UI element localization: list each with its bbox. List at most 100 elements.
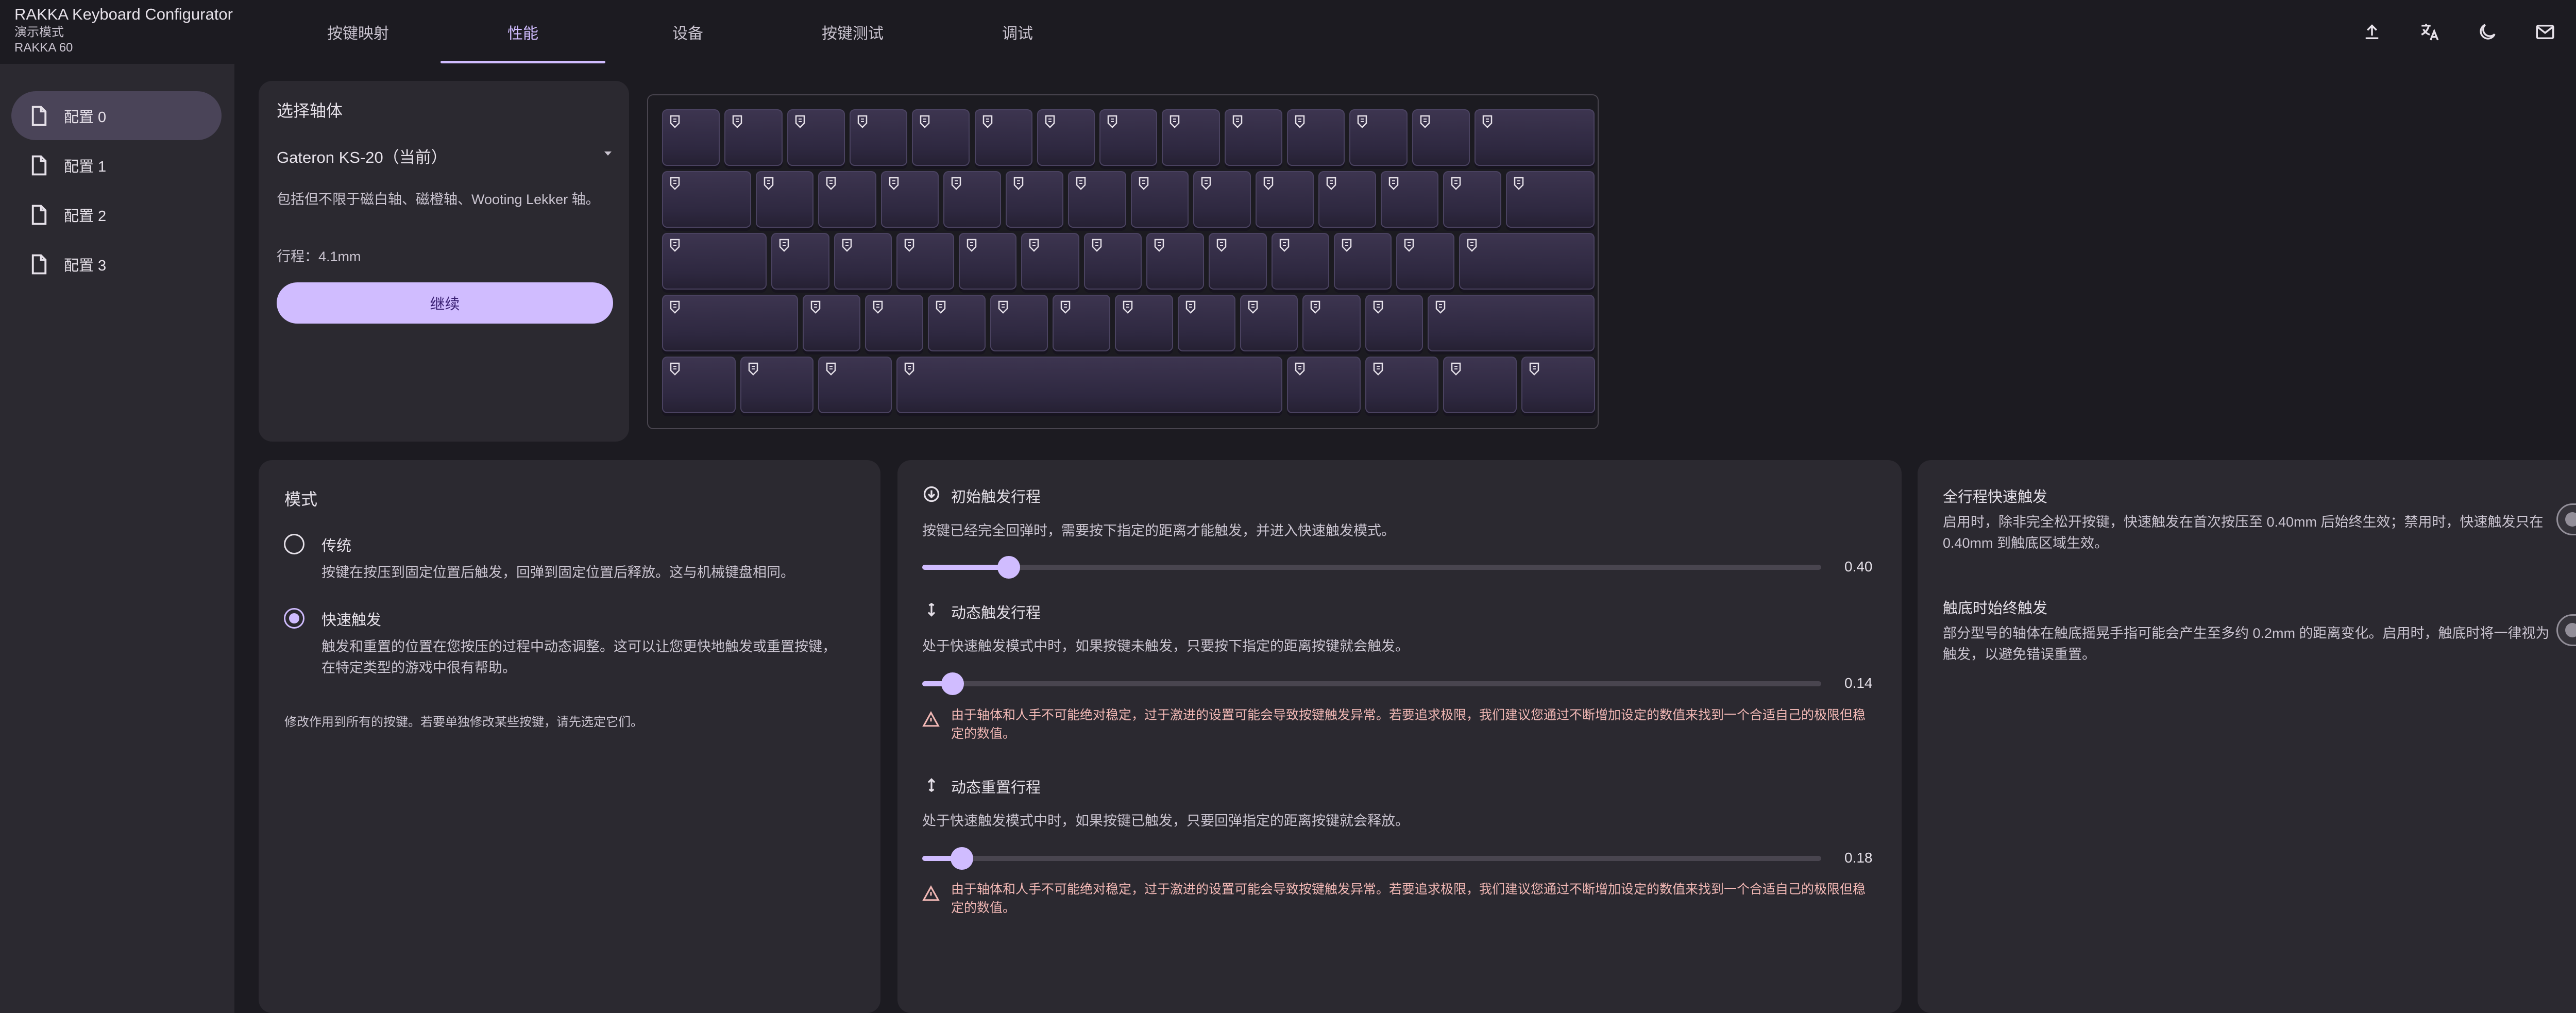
- key-r2-c11[interactable]: [1396, 233, 1454, 290]
- key-r1-c11[interactable]: [1380, 171, 1439, 228]
- key-r3-c7[interactable]: [1177, 295, 1236, 351]
- key-legend-icon: [794, 114, 806, 129]
- profile-item-3[interactable]: 配置 3: [11, 240, 222, 289]
- tab-performance[interactable]: 性能: [440, 0, 605, 64]
- translate-button[interactable]: [2409, 11, 2450, 53]
- tab-debug[interactable]: 调试: [935, 0, 1100, 64]
- switch-dropdown[interactable]: Gateron KS-20（当前）: [277, 144, 612, 167]
- key-r3-c5[interactable]: [1053, 295, 1111, 351]
- key-r1-c5[interactable]: [1006, 171, 1064, 228]
- key-r3-c0[interactable]: [662, 295, 798, 351]
- key-r1-c1[interactable]: [755, 171, 814, 228]
- key-r1-c6[interactable]: [1068, 171, 1126, 228]
- key-r3-c9[interactable]: [1302, 295, 1361, 351]
- key-r4-c3[interactable]: [896, 357, 1282, 413]
- radio-traditional[interactable]: [284, 534, 304, 554]
- slider-thumb[interactable]: [997, 556, 1020, 579]
- slider-thumb[interactable]: [951, 847, 973, 870]
- key-legend-icon: [888, 176, 900, 191]
- key-r2-c5[interactable]: [1021, 233, 1079, 290]
- key-r3-c1[interactable]: [802, 295, 861, 351]
- key-r1-c4[interactable]: [943, 171, 1002, 228]
- dynamic-reset-value: 0.18: [1844, 850, 1873, 866]
- dynamic-reset-warning: 由于轴体和人手不可能绝对稳定，过于激进的设置可能会导致按键触发异常。若要追求极限…: [951, 882, 1866, 915]
- key-legend-icon: [732, 114, 743, 129]
- key-r2-c7[interactable]: [1146, 233, 1205, 290]
- key-r4-c0[interactable]: [662, 357, 736, 413]
- key-r1-c2[interactable]: [818, 171, 876, 228]
- key-r0-c1[interactable]: [724, 109, 783, 166]
- key-r2-c6[interactable]: [1083, 233, 1142, 290]
- key-r3-c6[interactable]: [1115, 295, 1173, 351]
- key-r1-c9[interactable]: [1256, 171, 1314, 228]
- key-r0-c13[interactable]: [1474, 109, 1595, 166]
- profile-item-1[interactable]: 配置 1: [11, 141, 222, 190]
- key-r0-c10[interactable]: [1287, 109, 1345, 166]
- key-legend-icon: [763, 176, 774, 191]
- key-r0-c4[interactable]: [912, 109, 970, 166]
- switch-dropdown-value: Gateron KS-20（当前）: [277, 148, 447, 166]
- key-r0-c6[interactable]: [1037, 109, 1095, 166]
- key-r4-c5[interactable]: [1365, 357, 1439, 413]
- key-r0-c9[interactable]: [1224, 109, 1282, 166]
- key-r4-c4[interactable]: [1287, 357, 1361, 413]
- key-r0-c8[interactable]: [1162, 109, 1220, 166]
- key-r0-c0[interactable]: [662, 109, 720, 166]
- option-title-traditional: 传统: [321, 538, 352, 554]
- key-r3-c2[interactable]: [865, 295, 923, 351]
- profile-item-0[interactable]: 配置 0: [11, 91, 222, 140]
- key-r3-c11[interactable]: [1427, 295, 1595, 351]
- key-legend-icon: [1372, 300, 1384, 314]
- key-r4-c2[interactable]: [818, 357, 892, 413]
- key-r1-c12[interactable]: [1443, 171, 1501, 228]
- dynamic-reset-slider[interactable]: [922, 847, 1821, 870]
- key-r3-c8[interactable]: [1240, 295, 1298, 351]
- radio-rapid-trigger[interactable]: [284, 608, 304, 629]
- key-r0-c11[interactable]: [1349, 109, 1408, 166]
- tab-key-test[interactable]: 按键测试: [770, 0, 935, 64]
- tab-keymap[interactable]: 按键映射: [276, 0, 440, 64]
- continue-button[interactable]: 继续: [277, 282, 613, 324]
- key-r2-c3[interactable]: [896, 233, 955, 290]
- key-r2-c12[interactable]: [1459, 233, 1595, 290]
- mode-title: 模式: [284, 490, 318, 509]
- key-r1-c8[interactable]: [1193, 171, 1251, 228]
- feedback-button[interactable]: [2524, 11, 2566, 53]
- key-r0-c7[interactable]: [1099, 109, 1158, 166]
- profile-item-2[interactable]: 配置 2: [11, 190, 222, 239]
- dynamic-actuation-slider[interactable]: [922, 672, 1821, 695]
- key-legend-icon: [904, 238, 915, 252]
- key-r2-c1[interactable]: [771, 233, 829, 290]
- key-r2-c9[interactable]: [1271, 233, 1329, 290]
- tab-label: 调试: [1002, 25, 1033, 42]
- key-r2-c4[interactable]: [959, 233, 1017, 290]
- theme-toggle-button[interactable]: [2467, 11, 2508, 53]
- key-r0-c3[interactable]: [849, 109, 908, 166]
- key-r1-c0[interactable]: [662, 171, 751, 228]
- key-legend-icon: [904, 362, 915, 376]
- key-r1-c13[interactable]: [1505, 171, 1595, 228]
- key-r2-c8[interactable]: [1209, 233, 1267, 290]
- key-r2-c10[interactable]: [1333, 233, 1392, 290]
- key-r4-c6[interactable]: [1443, 357, 1517, 413]
- slider-thumb[interactable]: [941, 672, 964, 695]
- key-r0-c2[interactable]: [787, 109, 845, 166]
- initial-travel-slider[interactable]: [922, 556, 1821, 579]
- key-r3-c3[interactable]: [927, 295, 986, 351]
- key-legend-icon: [1216, 238, 1227, 252]
- key-r3-c4[interactable]: [990, 295, 1048, 351]
- key-r0-c12[interactable]: [1412, 109, 1470, 166]
- key-r4-c7[interactable]: [1521, 357, 1595, 413]
- key-r0-c5[interactable]: [974, 109, 1032, 166]
- key-legend-icon: [1372, 362, 1384, 376]
- key-r1-c10[interactable]: [1318, 171, 1376, 228]
- key-r2-c0[interactable]: [662, 233, 767, 290]
- upload-button[interactable]: [2351, 11, 2393, 53]
- key-r1-c3[interactable]: [880, 171, 939, 228]
- key-r1-c7[interactable]: [1130, 171, 1189, 228]
- key-r3-c10[interactable]: [1365, 295, 1423, 351]
- key-legend-icon: [1529, 362, 1540, 376]
- key-r2-c2[interactable]: [834, 233, 892, 290]
- tab-device[interactable]: 设备: [605, 0, 770, 64]
- key-r4-c1[interactable]: [740, 357, 814, 413]
